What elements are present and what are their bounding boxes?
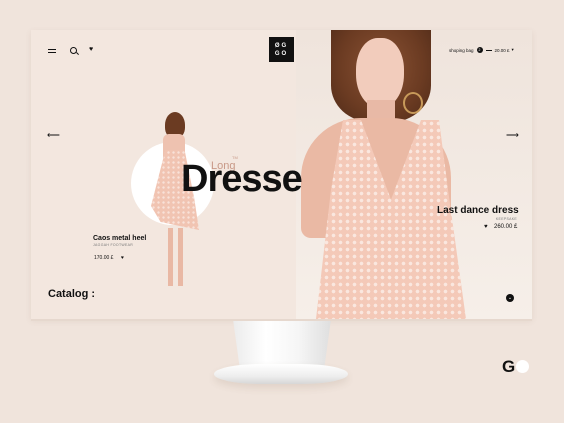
hamburger-icon[interactable] [48, 49, 56, 54]
brand-dot [516, 360, 530, 373]
logo-line-1: ØG [274, 42, 289, 49]
product-price: 260.00 £ [494, 224, 518, 230]
product-brand: JAGGAH FOOTWEAR [93, 243, 134, 247]
arrow-right-icon[interactable]: ⟶ [506, 131, 519, 140]
cart-total: 20.00 £ [494, 47, 510, 53]
monitor-stand [233, 321, 331, 367]
product-price: 170.00 £ [94, 255, 114, 261]
small-model-leg [168, 228, 173, 286]
cart-divider [485, 49, 492, 51]
model-face [356, 38, 404, 108]
heart-icon[interactable]: ♥ [484, 224, 488, 230]
shopping-bag[interactable]: shoping bag 2 20.00 £ ▾ [449, 47, 514, 53]
small-model-leg [178, 228, 183, 286]
brand-logo-mark: G [502, 357, 530, 376]
product-brand: KEEPSAKE [495, 217, 517, 221]
catalog-link[interactable]: Catalog : [48, 288, 95, 300]
brand-letter: G [502, 357, 516, 376]
product-card-dress[interactable]: Last dance dress KEEPSAKE ♥ 260.00 £ [437, 205, 519, 230]
monitor-bezel [31, 319, 532, 321]
heart-icon[interactable]: ♥ [89, 45, 93, 55]
cart-count-badge: 2 [476, 47, 483, 53]
chevron-down-icon[interactable]: ▾ [512, 47, 514, 53]
product-card-shoes[interactable]: Caos metal heel JAGGAH FOOTWEAR 170.00 £… [93, 235, 147, 261]
model-earring [403, 92, 423, 114]
product-name: Last dance dress [437, 205, 519, 216]
heart-icon[interactable]: ♥ [121, 255, 124, 261]
logo-line-2: GO [274, 50, 289, 57]
small-model-photo[interactable] [149, 110, 201, 300]
brand-logo[interactable]: ØG GO [269, 37, 294, 62]
arrow-left-icon[interactable]: ⟵ [47, 131, 60, 140]
monitor-base [214, 364, 348, 384]
scroll-down-icon[interactable]: ⌄ [506, 294, 514, 302]
search-icon[interactable] [70, 47, 77, 54]
headline-big-word: Dresse [181, 158, 303, 200]
product-name: Caos metal heel [93, 235, 147, 242]
cart-label: shoping bag [449, 47, 474, 53]
monitor-screen: ♥ ØG GO Long TM Dresse ⟵ ⟶ Caos metal he… [31, 30, 532, 319]
